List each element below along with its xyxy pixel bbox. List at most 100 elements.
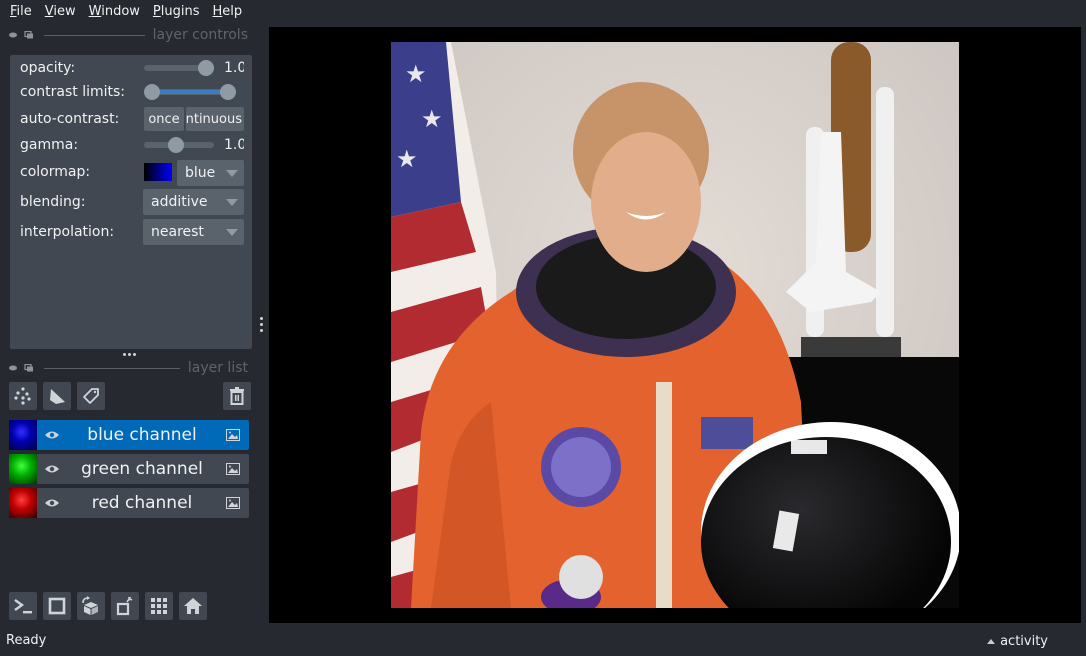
console-button[interactable] <box>9 592 37 620</box>
colormap-value: blue <box>185 165 215 181</box>
svg-text:★: ★ <box>405 60 427 88</box>
auto-contrast-continuous-button[interactable]: continuous <box>186 107 244 131</box>
chevron-down-icon <box>226 170 238 177</box>
visibility-toggle[interactable] <box>37 464 67 474</box>
caret-up-icon <box>987 639 996 644</box>
blending-dropdown[interactable]: additive <box>143 189 244 215</box>
colormap-swatch <box>144 163 172 181</box>
menu-help[interactable]: Help <box>207 0 249 24</box>
name-tag <box>701 417 753 449</box>
opacity-slider[interactable] <box>144 60 214 76</box>
roll-dimensions-button[interactable] <box>77 592 105 620</box>
menu-view[interactable]: View <box>39 0 82 24</box>
gamma-row: gamma: 1.0 <box>20 134 252 156</box>
layer-thumbnail <box>9 420 37 450</box>
splitter-dot <box>123 353 126 356</box>
auto-contrast-row: auto-contrast: once continuous <box>20 107 252 131</box>
splitter-dot <box>133 353 136 356</box>
menu-plugins[interactable]: Plugins <box>147 0 206 24</box>
home-icon <box>184 598 202 614</box>
svg-text:★: ★ <box>421 105 443 133</box>
splitter-dot <box>260 329 263 332</box>
image-icon <box>226 497 240 509</box>
splitter-dot <box>128 353 131 356</box>
contrast-limits-label: contrast limits: <box>20 84 125 100</box>
dock-close-icon[interactable] <box>8 364 18 372</box>
delete-layer-button[interactable] <box>223 382 251 410</box>
layer-list-title: layer list <box>187 360 248 376</box>
contrast-limits-low-handle[interactable] <box>144 84 160 100</box>
layer-name[interactable]: red channel <box>67 493 217 513</box>
chevron-down-icon <box>226 199 238 206</box>
layer-name[interactable]: green channel <box>67 459 217 479</box>
dock-float-icon[interactable] <box>24 364 34 372</box>
gamma-slider-handle[interactable] <box>168 137 184 153</box>
trash-icon <box>230 387 244 405</box>
layer-row-red-channel[interactable]: red channel <box>9 488 249 518</box>
menubar: File View Window Plugins Help <box>0 0 1086 24</box>
blending-label: blending: <box>20 194 86 210</box>
viewer-canvas[interactable]: ★ ★ ★ <box>269 27 1081 623</box>
auto-contrast-label: auto-contrast: <box>20 111 120 127</box>
layer-list-header: layer list <box>8 359 248 377</box>
dock-float-icon[interactable] <box>24 31 34 39</box>
menu-help-mnemonic: H <box>212 4 223 19</box>
layer-controls-panel: opacity: 1.0 contrast limits: auto-contr… <box>10 55 252 349</box>
chevron-down-icon <box>226 229 238 236</box>
activity-button[interactable]: activity <box>987 634 1048 649</box>
new-points-button[interactable] <box>9 382 37 410</box>
dock-close-icon[interactable] <box>8 31 18 39</box>
visibility-toggle[interactable] <box>37 498 67 508</box>
colormap-label: colormap: <box>20 164 91 180</box>
svg-text:★: ★ <box>396 145 418 173</box>
console-icon <box>14 599 32 614</box>
new-labels-button[interactable] <box>77 382 105 410</box>
dock-header-line <box>44 367 180 369</box>
colormap-dropdown[interactable]: blue <box>177 160 244 186</box>
layer-name[interactable]: blue channel <box>67 425 217 445</box>
opacity-value[interactable]: 1.0 <box>224 60 244 76</box>
visibility-toggle[interactable] <box>37 430 67 440</box>
activity-label: activity <box>1000 634 1048 649</box>
menu-view-label: iew <box>53 4 76 19</box>
interpolation-dropdown[interactable]: nearest <box>143 219 244 245</box>
points-icon <box>14 387 31 405</box>
contrast-limits-slider[interactable] <box>144 84 236 100</box>
menu-file-label: ile <box>16 4 32 19</box>
main-splitter-handle[interactable] <box>260 317 263 332</box>
grid-mode-button[interactable] <box>145 592 173 620</box>
layer-type-indicator <box>217 497 249 509</box>
menu-window[interactable]: Window <box>83 0 146 24</box>
layer-row-green-channel[interactable]: green channel <box>9 454 249 484</box>
gamma-label: gamma: <box>20 137 79 153</box>
eye-icon <box>45 499 59 507</box>
layer-row-blue-channel[interactable]: blue channel <box>9 420 249 450</box>
splitter-dot <box>260 323 263 326</box>
opacity-label: opacity: <box>20 60 76 76</box>
menu-file[interactable]: File <box>4 0 38 24</box>
menu-window-label: indow <box>101 4 140 19</box>
contrast-limits-high-handle[interactable] <box>220 84 236 100</box>
opacity-row: opacity: 1.0 <box>20 57 252 79</box>
layer-type-indicator <box>217 463 249 475</box>
shapes-icon <box>50 389 65 404</box>
dock-splitter-handle[interactable] <box>123 353 136 356</box>
transpose-icon <box>116 597 133 616</box>
opacity-slider-handle[interactable] <box>198 60 214 76</box>
home-button[interactable] <box>179 592 207 620</box>
blending-value: additive <box>151 194 208 210</box>
continuous-label: continuous <box>186 111 242 127</box>
menu-plugins-mnemonic: P <box>152 4 161 19</box>
menu-window-mnemonic: W <box>88 4 102 19</box>
auto-contrast-once-button[interactable]: once <box>144 107 184 131</box>
transpose-dimensions-button[interactable] <box>111 592 139 620</box>
gamma-value[interactable]: 1.0 <box>224 137 244 153</box>
label-tag-icon <box>83 388 99 404</box>
ndisplay-button[interactable] <box>43 592 71 620</box>
dock-header-line <box>44 34 145 36</box>
layer-thumbnail <box>9 454 37 484</box>
napari-window: File View Window Plugins Help layer cont… <box>0 0 1086 656</box>
new-shapes-button[interactable] <box>43 382 71 410</box>
eye-icon <box>45 465 59 473</box>
gamma-slider[interactable] <box>144 137 214 153</box>
